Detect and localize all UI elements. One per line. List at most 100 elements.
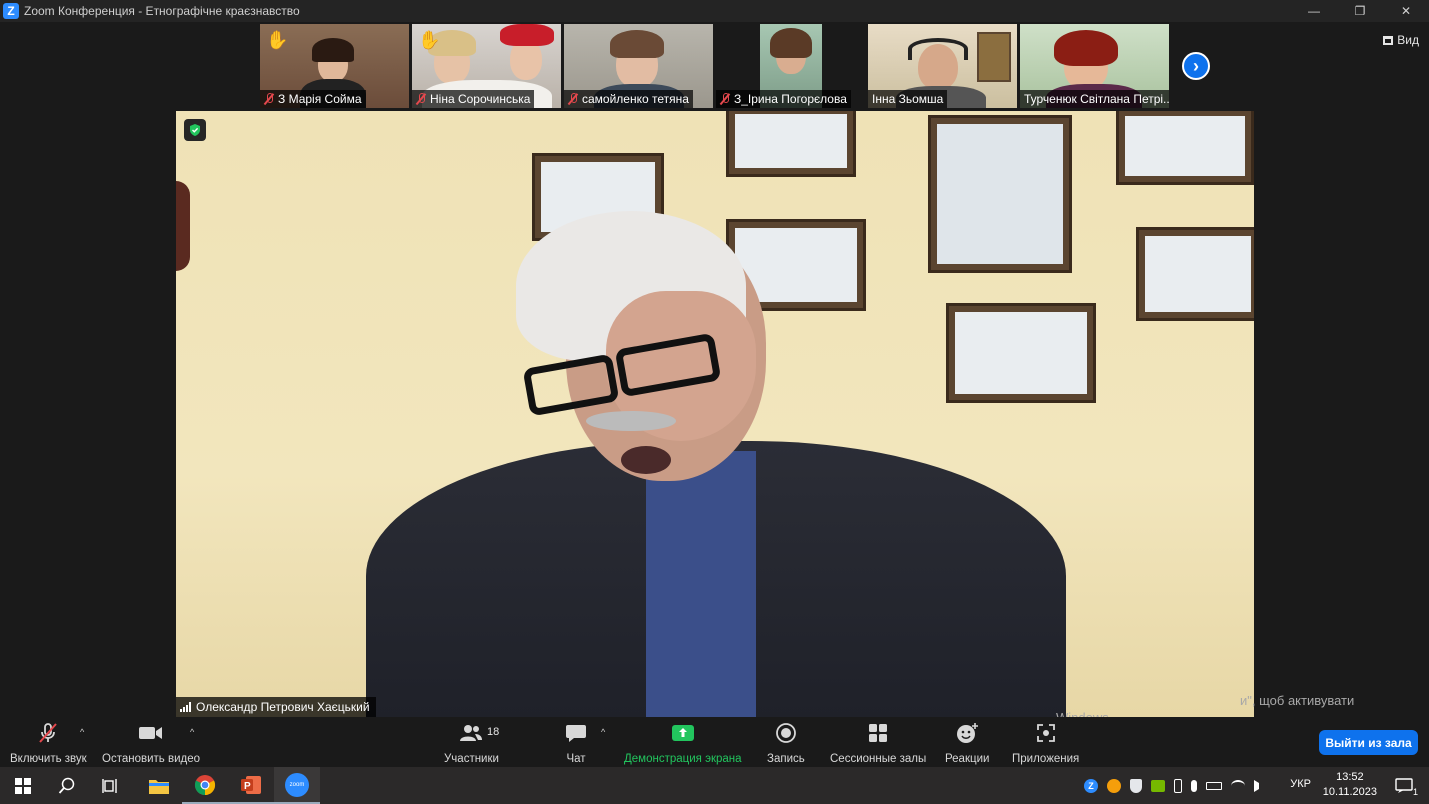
- participant-name: З_Ірина Погорєлова: [734, 92, 847, 106]
- mic-muted-icon: [720, 93, 730, 105]
- video-options-caret[interactable]: ^: [190, 727, 194, 737]
- usb-tray-icon[interactable]: [1174, 778, 1182, 793]
- zoom-logo-icon: Z: [3, 3, 19, 19]
- system-tray: Z: [1084, 767, 1268, 804]
- microphone-tray-icon[interactable]: [1191, 779, 1197, 792]
- stop-video-button[interactable]: Остановить видео: [102, 721, 200, 765]
- reactions-label: Реакции: [945, 753, 990, 765]
- video-camera-icon: [138, 721, 164, 745]
- participant-name: самойленко тетяна: [582, 92, 689, 106]
- participants-label: Участники: [444, 753, 499, 765]
- zoom-app-label: zoom: [285, 772, 309, 797]
- wall-frame: [1116, 111, 1254, 185]
- view-button-label: Вид: [1397, 33, 1419, 47]
- unmute-label: Включить звук: [10, 753, 87, 765]
- participant-name-label: З Марія Сойма: [260, 90, 366, 108]
- wifi-tray-icon[interactable]: [1231, 779, 1245, 792]
- mic-muted-icon: [264, 93, 274, 105]
- reactions-button[interactable]: Реакции: [945, 721, 989, 765]
- next-page-button[interactable]: ›: [1182, 52, 1210, 80]
- chat-label: Чат: [566, 753, 586, 765]
- task-view-icon[interactable]: [88, 767, 134, 804]
- record-icon: [775, 721, 797, 745]
- mic-muted-icon: [568, 93, 578, 105]
- wall-frame: [726, 111, 856, 177]
- participant-thumbnail[interactable]: ✋ Ніна Сорочинська: [412, 24, 561, 108]
- mic-muted-icon: [36, 721, 60, 745]
- stop-video-label: Остановить видео: [102, 753, 200, 765]
- view-button[interactable]: Вид: [1383, 30, 1419, 50]
- chat-options-caret[interactable]: ^: [601, 727, 605, 737]
- search-icon[interactable]: [44, 767, 90, 804]
- participant-thumbnail[interactable]: ✋ З Марія Сойма: [260, 24, 409, 108]
- share-screen-button[interactable]: Демонстрация экрана: [624, 721, 742, 765]
- apps-icon: [1035, 721, 1057, 745]
- unmute-button[interactable]: Включить звук: [10, 721, 87, 765]
- nvidia-tray-icon[interactable]: [1151, 779, 1165, 792]
- signal-strength-icon: [180, 702, 191, 712]
- apps-button[interactable]: Приложения: [1012, 721, 1079, 765]
- record-label: Запись: [767, 753, 805, 765]
- window-controls: — ❐ ✕: [1291, 0, 1429, 22]
- participant-name: З Марія Сойма: [278, 92, 362, 106]
- zoom-taskbar-icon[interactable]: zoom: [274, 767, 320, 804]
- clock-time: 13:52: [1336, 771, 1364, 783]
- share-screen-icon: [671, 721, 695, 745]
- windows-taskbar: P zoom Z УКР 13:52 10.11.2023 1: [0, 767, 1429, 804]
- close-button[interactable]: ✕: [1383, 0, 1429, 22]
- participant-name-label: З_Ірина Погорєлова: [716, 90, 851, 108]
- speaker-name: Олександр Петрович Хаєцький: [196, 700, 370, 714]
- breakout-rooms-icon: [867, 721, 889, 745]
- raised-hand-icon: ✋: [418, 30, 441, 50]
- avast-tray-icon[interactable]: [1107, 778, 1121, 793]
- participant-thumbnail[interactable]: З_Ірина Погорєлова: [716, 24, 865, 108]
- meeting-toolbar: Включить звук ^ Остановить видео ^ Участ…: [0, 717, 1429, 767]
- window-titlebar: Z Zoom Конференция - Етнографічне краєзн…: [0, 0, 1429, 22]
- file-explorer-icon[interactable]: [136, 767, 182, 804]
- participant-thumbnail[interactable]: самойленко тетяна: [564, 24, 713, 108]
- participant-name: Ніна Сорочинська: [430, 92, 531, 106]
- participant-name: Інна Зьомша: [872, 92, 944, 106]
- participant-name-label: самойленко тетяна: [564, 90, 693, 108]
- taskbar-clock[interactable]: 13:52 10.11.2023: [1323, 770, 1377, 800]
- leave-meeting-button[interactable]: Выйти из зала: [1319, 730, 1418, 755]
- powerpoint-icon[interactable]: P: [228, 767, 274, 804]
- participant-name-label: Турченюк Світлана Петрі...: [1020, 90, 1169, 108]
- chat-icon: [565, 721, 587, 745]
- participant-thumbnail-strip: ✋ З Марія Сойма ✋ Ніна Сорочинська самой…: [260, 24, 1169, 108]
- wall-frame: [928, 115, 1072, 273]
- security-shield-icon[interactable]: [184, 119, 206, 141]
- participant-thumbnail[interactable]: Турченюк Світлана Петрі...: [1020, 24, 1169, 108]
- zoom-tray-icon[interactable]: Z: [1084, 778, 1098, 793]
- notifications-icon[interactable]: 1: [1386, 767, 1422, 804]
- language-indicator[interactable]: УКР: [1290, 778, 1311, 790]
- participant-name: Турченюк Світлана Петрі...: [1024, 92, 1169, 106]
- shield-tray-icon[interactable]: [1130, 778, 1142, 793]
- chrome-icon[interactable]: [182, 767, 228, 804]
- window-title: Zoom Конференция - Етнографічне краєзнав…: [24, 4, 300, 18]
- chat-button[interactable]: Чат: [565, 721, 587, 765]
- participant-thumbnail[interactable]: Інна Зьомша: [868, 24, 1017, 108]
- wall-frame: [946, 303, 1096, 403]
- active-speaker-video[interactable]: Олександр Петрович Хаєцький: [176, 111, 1254, 717]
- minimize-button[interactable]: —: [1291, 0, 1337, 22]
- volume-tray-icon[interactable]: [1254, 779, 1268, 792]
- participant-name-label: Ніна Сорочинська: [412, 90, 535, 108]
- maximize-button[interactable]: ❐: [1337, 0, 1383, 22]
- svg-text:P: P: [244, 781, 251, 792]
- battery-tray-icon[interactable]: [1206, 781, 1222, 790]
- watermark-line-1: и", щоб активувати: [1240, 693, 1355, 708]
- breakout-rooms-label: Сессионные залы: [830, 753, 927, 765]
- clock-date: 10.11.2023: [1322, 786, 1377, 798]
- share-screen-label: Демонстрация экрана: [624, 753, 742, 765]
- mic-muted-icon: [416, 93, 426, 105]
- participants-count: 18: [487, 726, 500, 738]
- windows-start-icon[interactable]: [0, 767, 46, 804]
- breakout-rooms-button[interactable]: Сессионные залы: [830, 721, 926, 765]
- notifications-count: 1: [1412, 787, 1418, 797]
- record-button[interactable]: Запись: [767, 721, 805, 765]
- participant-name-label: Інна Зьомша: [868, 90, 948, 108]
- raised-hand-icon: ✋: [266, 30, 289, 50]
- meeting-stage: Вид ✋ З Марія Сойма ✋ Ніна Сорочинська с…: [0, 22, 1429, 725]
- audio-options-caret[interactable]: ^: [80, 727, 84, 737]
